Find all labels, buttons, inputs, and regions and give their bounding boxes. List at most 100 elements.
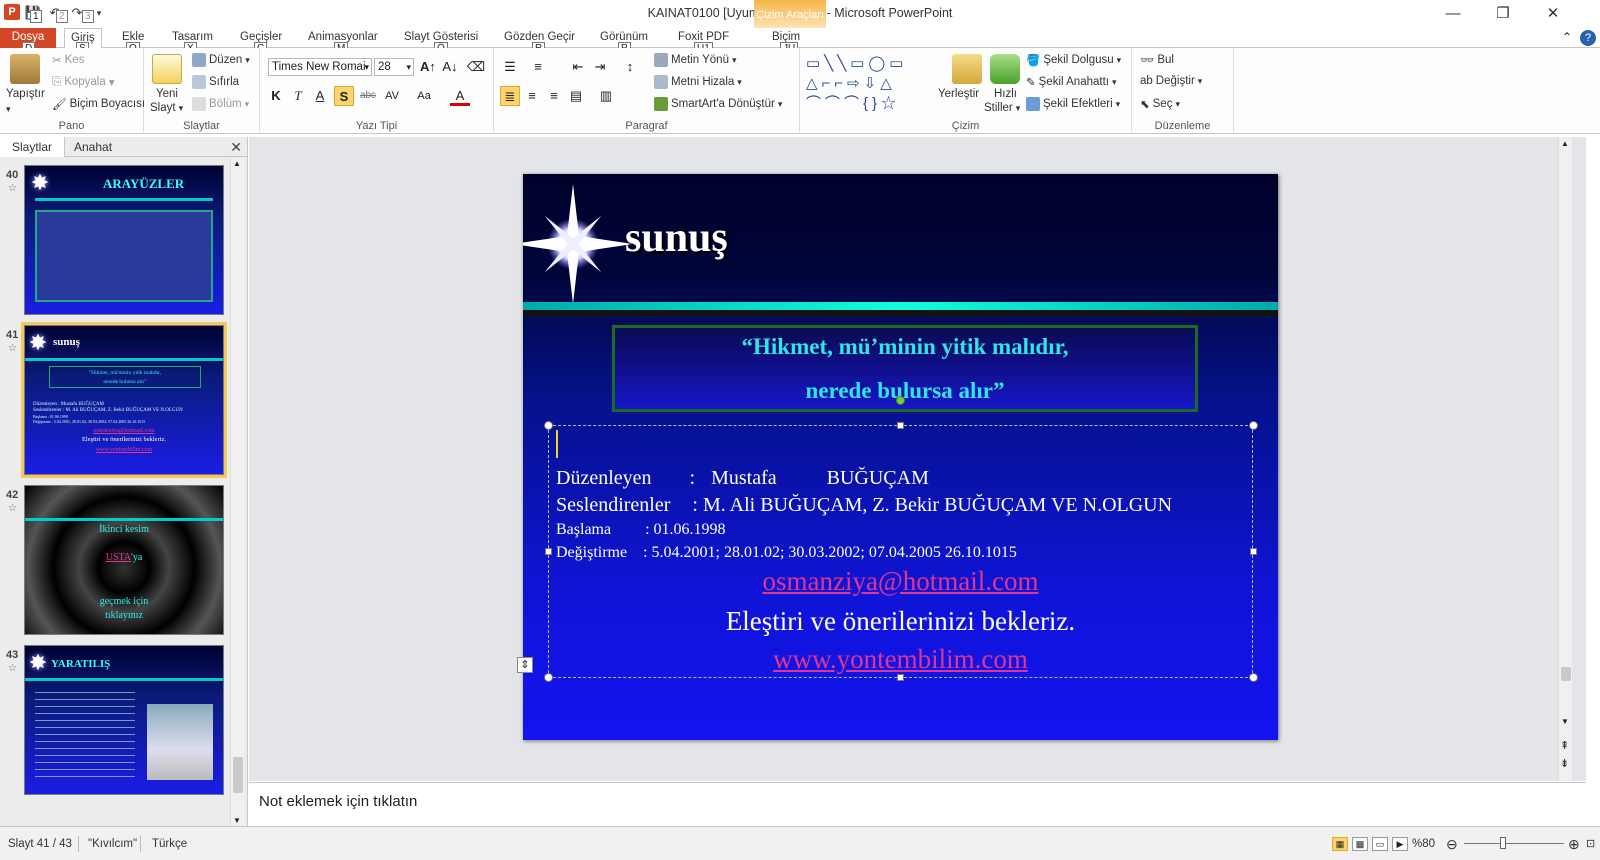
- slides-panel-scrollbar[interactable]: ▲ ▼: [230, 157, 244, 827]
- change-case-button[interactable]: Aa: [414, 86, 434, 106]
- ribbon-collapse-icon[interactable]: ⌃: [1562, 30, 1572, 46]
- bold-button[interactable]: K: [266, 86, 286, 106]
- resize-handle-ml[interactable]: [545, 548, 552, 555]
- email-link[interactable]: osmanziya@hotmail.com: [549, 566, 1252, 597]
- quote-box[interactable]: “Hikmet, mü’minin yitik malıdır, nerede …: [612, 325, 1198, 412]
- current-slide[interactable]: sunuş “Hikmet, mü’minin yitik malıdır, n…: [523, 174, 1278, 740]
- slide-thumbnail-40[interactable]: ✸ ARAYÜZLER: [24, 165, 224, 315]
- paste-dropdown-icon[interactable]: ▾: [6, 104, 11, 115]
- tab-slaytlar[interactable]: Slaytlar: [0, 137, 66, 157]
- zoom-out-icon[interactable]: ⊖: [1446, 827, 1458, 860]
- slides-panel-scroll-thumb[interactable]: [233, 757, 243, 793]
- scroll-up-icon[interactable]: ▲: [233, 159, 241, 168]
- cut-button[interactable]: ✂ Kes: [52, 53, 84, 67]
- align-center-button[interactable]: ≡: [522, 86, 542, 106]
- resize-handle-bl[interactable]: [544, 673, 553, 682]
- arrange-button[interactable]: Yerleştir: [938, 88, 979, 100]
- resize-handle-tr[interactable]: [1249, 421, 1258, 430]
- justify-button[interactable]: ▤: [566, 86, 586, 106]
- zoom-level[interactable]: %80: [1412, 827, 1435, 860]
- notes-pane[interactable]: Not eklemek için tıklatın: [249, 782, 1586, 826]
- theme-name[interactable]: "Kıvılcım": [88, 827, 137, 860]
- align-text-button[interactable]: Metni Hizala ▾: [654, 75, 742, 89]
- zoom-slider-knob[interactable]: [1499, 837, 1506, 849]
- quick-styles-dropdown[interactable]: Stiller ▾: [984, 102, 1020, 114]
- help-icon[interactable]: ?: [1580, 30, 1596, 46]
- quick-styles-icon[interactable]: [990, 54, 1020, 84]
- close-button[interactable]: ✕: [1530, 0, 1576, 28]
- quick-styles-button[interactable]: Hızlı: [994, 88, 1017, 100]
- zoom-in-icon[interactable]: ⊕: [1568, 827, 1580, 860]
- shape-effects-button[interactable]: Şekil Efektleri ▾: [1026, 97, 1120, 111]
- restore-button[interactable]: ❐: [1480, 0, 1526, 28]
- font-size-select[interactable]: 28 ▾: [374, 58, 414, 76]
- format-painter-button[interactable]: 🖌 Biçim Boyacısı: [52, 97, 145, 111]
- columns-icon[interactable]: ▥: [596, 86, 616, 106]
- align-right-button[interactable]: ≡: [544, 86, 564, 106]
- italic-button[interactable]: T: [288, 86, 308, 106]
- numbering-icon[interactable]: ≡: [528, 57, 548, 77]
- next-slide-icon[interactable]: ⇟: [1560, 757, 1569, 770]
- layout-options-icon[interactable]: ⇕: [517, 657, 533, 673]
- new-slide-icon[interactable]: [152, 54, 182, 84]
- underline-button[interactable]: A: [310, 86, 330, 106]
- slide-thumbnail-43[interactable]: ✸ YARATILIŞ: [24, 645, 224, 795]
- grow-font-icon[interactable]: A↑: [418, 57, 438, 77]
- resize-handle-br[interactable]: [1249, 673, 1258, 682]
- content-textbox[interactable]: Düzenleyen : Mustafa BUĞUÇAM Seslendiren…: [548, 425, 1253, 678]
- copy-button[interactable]: ⎘ Kopyala ▾: [52, 75, 115, 90]
- scroll-down-icon[interactable]: ▼: [233, 816, 241, 825]
- minimize-button[interactable]: —: [1430, 0, 1476, 28]
- zoom-slider-track[interactable]: [1464, 843, 1564, 844]
- resize-handle-tl[interactable]: [544, 421, 553, 430]
- bullets-icon[interactable]: ☰: [500, 57, 520, 77]
- paste-icon[interactable]: [10, 54, 40, 84]
- decrease-indent-icon[interactable]: ⇤: [568, 57, 588, 77]
- shadow-button[interactable]: S: [334, 86, 354, 106]
- shape-fill-button[interactable]: 🪣 Şekil Dolgusu ▾: [1026, 53, 1121, 67]
- strikethrough-button[interactable]: abc: [358, 86, 378, 106]
- new-slide-dropdown[interactable]: Slayt ▾: [150, 102, 183, 114]
- increase-indent-icon[interactable]: ⇥: [590, 57, 610, 77]
- scroll-up-icon[interactable]: ▲: [1561, 139, 1569, 148]
- editor-scrollbar[interactable]: ▲ ▼ ⇞ ⇟: [1558, 137, 1572, 781]
- replace-button[interactable]: ab Değiştir ▾: [1140, 75, 1202, 87]
- resize-handle-tc[interactable]: [897, 422, 904, 429]
- arrange-icon[interactable]: [952, 54, 982, 84]
- editor-scroll-thumb[interactable]: [1561, 667, 1571, 681]
- shapes-gallery[interactable]: ▭╲╲▭◯▭ △⌐⌐⇨⇩△ ⌒⌒⌒{}☆: [806, 54, 942, 114]
- resize-handle-mr[interactable]: [1250, 548, 1257, 555]
- reset-button[interactable]: Sıfırla: [192, 75, 239, 89]
- font-color-button[interactable]: A: [450, 86, 470, 106]
- align-left-button[interactable]: ≣: [500, 86, 520, 106]
- close-panel-icon[interactable]: ✕: [230, 139, 242, 156]
- resize-handle-bc[interactable]: [897, 674, 904, 681]
- paste-button[interactable]: Yapıştır: [6, 88, 45, 100]
- reading-view-button[interactable]: ▭: [1372, 837, 1388, 851]
- find-button[interactable]: 👓 Bul: [1140, 53, 1174, 67]
- font-name-select[interactable]: Times New Romai ▾: [268, 58, 372, 76]
- slide-title[interactable]: sunuş: [625, 214, 728, 262]
- section-button[interactable]: Bölüm ▾: [192, 97, 249, 111]
- normal-view-button[interactable]: ▦: [1332, 837, 1348, 851]
- language-indicator[interactable]: Türkçe: [152, 827, 187, 860]
- line-spacing-icon[interactable]: ↕: [620, 57, 640, 77]
- new-slide-button[interactable]: Yeni: [156, 88, 178, 100]
- shrink-font-icon[interactable]: A↓: [440, 57, 460, 77]
- website-link[interactable]: www.yontembilim.com: [549, 644, 1252, 675]
- previous-slide-icon[interactable]: ⇞: [1560, 739, 1569, 752]
- smartart-convert-button[interactable]: SmartArt'a Dönüştür ▾: [654, 97, 782, 111]
- tab-anahat[interactable]: Anahat: [62, 137, 124, 157]
- layout-button[interactable]: Düzen ▾: [192, 53, 250, 67]
- shape-outline-button[interactable]: ✎ Şekil Anahattı ▾: [1026, 75, 1117, 89]
- character-spacing-button[interactable]: AV: [382, 86, 402, 106]
- rotation-handle[interactable]: [896, 396, 905, 405]
- slide-thumbnail-42[interactable]: İkinci kesim USTA'ya geçmek için tıklayı…: [24, 485, 224, 635]
- fit-slide-icon[interactable]: ⊡: [1586, 827, 1595, 860]
- slide-thumbnail-41[interactable]: ✸ sunuş "Hikmet, mü'minin yitik malıdır,…: [21, 322, 227, 478]
- slideshow-view-button[interactable]: ▶: [1392, 837, 1408, 851]
- slide-sorter-view-button[interactable]: ▩: [1352, 837, 1368, 851]
- text-direction-button[interactable]: Metin Yönü ▾: [654, 53, 737, 67]
- clear-formatting-icon[interactable]: ⌫: [466, 57, 486, 77]
- select-button[interactable]: ⬉ Seç ▾: [1140, 97, 1180, 111]
